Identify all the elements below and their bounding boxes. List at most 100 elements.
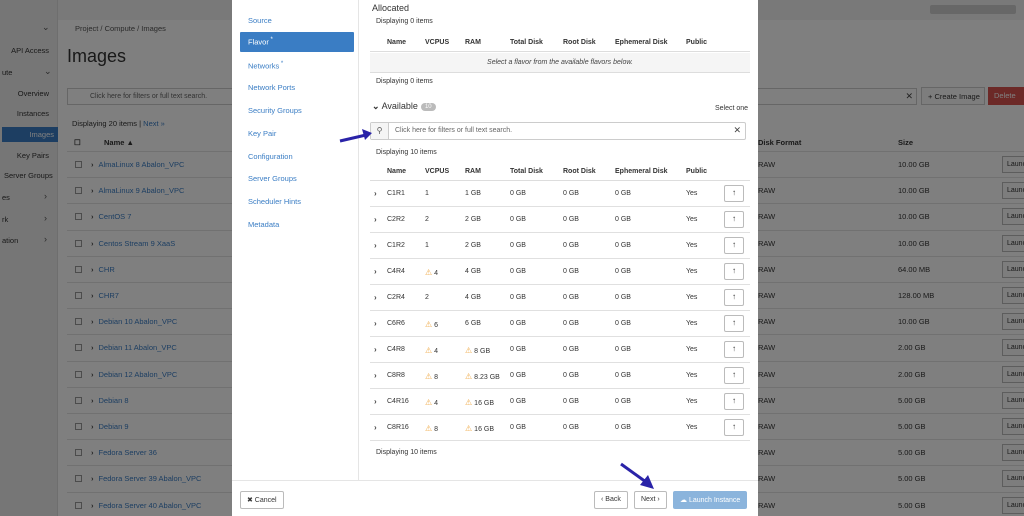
flavor-public: Yes (686, 346, 697, 353)
flavor-row[interactable]: › C4R8 ⚠ 4 ⚠ 8 GB 0 GB 0 GB 0 GB Yes ↑ (370, 337, 750, 363)
arrow-up-icon: ↑ (732, 292, 736, 301)
wizard-step-server-groups[interactable]: Server Groups (248, 174, 297, 183)
flavor-ram: 2 GB (465, 216, 481, 223)
flavor-public-value: Yes (686, 372, 698, 379)
flavor-ram: 4 GB (465, 294, 481, 301)
flavor-ram: ⚠ 8 GB (465, 346, 490, 355)
flavor-public-value: Yes (686, 346, 698, 353)
allocate-button[interactable]: ↑ (724, 237, 744, 254)
flavor-root: 0 GB (563, 424, 579, 431)
flavor-vcpus-value: 1 (425, 242, 429, 249)
allocate-button[interactable]: ↑ (724, 419, 744, 436)
flavor-row[interactable]: › C1R1 1 1 GB 0 GB 0 GB 0 GB Yes ↑ (370, 181, 750, 207)
allocate-button[interactable]: ↑ (724, 185, 744, 202)
flavor-vcpus: ⚠ 4 (425, 268, 438, 277)
launch-instance-button[interactable]: ☁ Launch Instance (673, 491, 748, 509)
cancel-button[interactable]: ✖ Cancel (240, 491, 284, 509)
flavor-eph-value: 0 GB (615, 242, 631, 249)
flavor-total: 0 GB (510, 372, 526, 379)
flavor-public-value: Yes (686, 190, 698, 197)
flavor-total-value: 0 GB (510, 346, 526, 353)
flavor-eph-value: 0 GB (615, 320, 631, 327)
arrow-up-icon: ↑ (732, 318, 736, 327)
clear-search-icon[interactable]: ✕ (733, 125, 741, 136)
allocate-button[interactable]: ↑ (724, 289, 744, 306)
flavor-eph-value: 0 GB (615, 424, 631, 431)
column-header: Ephemeral Disk (615, 39, 668, 46)
chevron-right-icon[interactable]: › (374, 267, 377, 276)
flavor-row[interactable]: › C8R8 ⚠ 8 ⚠ 8.23 GB 0 GB 0 GB 0 GB Yes ↑ (370, 363, 750, 389)
flavor-row[interactable]: › C6R6 ⚠ 6 6 GB 0 GB 0 GB 0 GB Yes ↑ (370, 311, 750, 337)
flavor-public: Yes (686, 424, 697, 431)
annotation-arrow-next (620, 462, 654, 489)
warning-icon: ⚠ (425, 398, 433, 407)
flavor-ram-value: 16 GB (474, 426, 495, 433)
column-header: RAM (465, 39, 481, 46)
flavor-ram-value: 6 GB (465, 320, 481, 327)
chevron-right-icon[interactable]: › (374, 423, 377, 432)
flavor-name: C4R16 (387, 398, 409, 405)
flavor-row[interactable]: › C1R2 1 2 GB 0 GB 0 GB 0 GB Yes ↑ (370, 233, 750, 259)
flavor-name-value: C2R4 (387, 294, 405, 301)
wizard-step-scheduler-hints[interactable]: Scheduler Hints (248, 197, 301, 206)
flavor-ram-value: 2 GB (465, 216, 481, 223)
flavor-row[interactable]: › C4R16 ⚠ 4 ⚠ 16 GB 0 GB 0 GB 0 GB Yes ↑ (370, 389, 750, 415)
wizard-step-source[interactable]: Source (248, 16, 272, 25)
chevron-right-icon[interactable]: › (374, 241, 377, 250)
warning-icon: ⚠ (425, 372, 433, 381)
flavor-root: 0 GB (563, 398, 579, 405)
flavor-name-value: C6R6 (387, 320, 405, 327)
flavor-public-value: Yes (686, 268, 698, 275)
chevron-right-icon[interactable]: › (374, 397, 377, 406)
chevron-right-icon[interactable]: › (374, 189, 377, 198)
search-placeholder: Click here for filters or full text sear… (395, 127, 513, 134)
wizard-step-networks[interactable]: Networks * (248, 61, 283, 71)
chevron-right-icon[interactable]: › (374, 345, 377, 354)
allocate-button[interactable]: ↑ (724, 393, 744, 410)
available-toggle[interactable]: ⌄ Available 10 (372, 101, 436, 112)
available-count-badge: 10 (420, 103, 436, 111)
wizard-step-metadata[interactable]: Metadata (248, 220, 279, 229)
flavor-public: Yes (686, 190, 697, 197)
step-label: Flavor (248, 37, 269, 47)
step-label: Server Groups (248, 174, 297, 183)
flavor-total: 0 GB (510, 242, 526, 249)
flavor-row[interactable]: › C4R4 ⚠ 4 4 GB 0 GB 0 GB 0 GB Yes ↑ (370, 259, 750, 285)
chevron-right-icon[interactable]: › (374, 293, 377, 302)
flavor-root: 0 GB (563, 372, 579, 379)
flavor-row[interactable]: › C2R2 2 2 GB 0 GB 0 GB 0 GB Yes ↑ (370, 207, 750, 233)
allocate-button[interactable]: ↑ (724, 263, 744, 280)
warning-icon: ⚠ (465, 372, 473, 381)
warning-icon: ⚠ (425, 346, 433, 355)
wizard-step-flavor[interactable]: Flavor * (240, 32, 354, 52)
allocate-button[interactable]: ↑ (724, 367, 744, 384)
chevron-right-icon[interactable]: › (374, 215, 377, 224)
allocate-button[interactable]: ↑ (724, 341, 744, 358)
flavor-ram: ⚠ 16 GB (465, 398, 494, 407)
wizard-step-network-ports[interactable]: Network Ports (248, 83, 295, 92)
chevron-right-icon[interactable]: › (374, 319, 377, 328)
allocate-button[interactable]: ↑ (724, 211, 744, 228)
flavor-total: 0 GB (510, 268, 526, 275)
required-marker: * (279, 61, 284, 67)
wizard-step-configuration[interactable]: Configuration (248, 152, 293, 161)
wizard-step-security-groups[interactable]: Security Groups (248, 106, 302, 115)
column-header: VCPUS (425, 39, 450, 46)
wizard-step-key-pair[interactable]: Key Pair (248, 129, 276, 138)
flavor-ram: 6 GB (465, 320, 481, 327)
next-button[interactable]: Next › (634, 491, 667, 509)
allocated-title: Allocated (372, 3, 410, 13)
allocate-button[interactable]: ↑ (724, 315, 744, 332)
flavor-row[interactable]: › C8R16 ⚠ 8 ⚠ 16 GB 0 GB 0 GB 0 GB Yes ↑ (370, 415, 750, 441)
flavor-vcpus-value: 6 (434, 322, 439, 329)
available-count-top: Displaying 10 items (376, 149, 437, 156)
warning-icon: ⚠ (465, 398, 473, 407)
chevron-right-icon[interactable]: › (374, 371, 377, 380)
flavor-vcpus: 2 (425, 294, 429, 301)
flavor-total-value: 0 GB (510, 294, 526, 301)
allocated-count-top: Displaying 0 items (376, 18, 433, 25)
back-button[interactable]: ‹ Back (594, 491, 628, 509)
flavor-search-input[interactable]: ⚲ Click here for filters or full text se… (370, 122, 746, 140)
flavor-vcpus: 1 (425, 242, 429, 249)
flavor-row[interactable]: › C2R4 2 4 GB 0 GB 0 GB 0 GB Yes ↑ (370, 285, 750, 311)
